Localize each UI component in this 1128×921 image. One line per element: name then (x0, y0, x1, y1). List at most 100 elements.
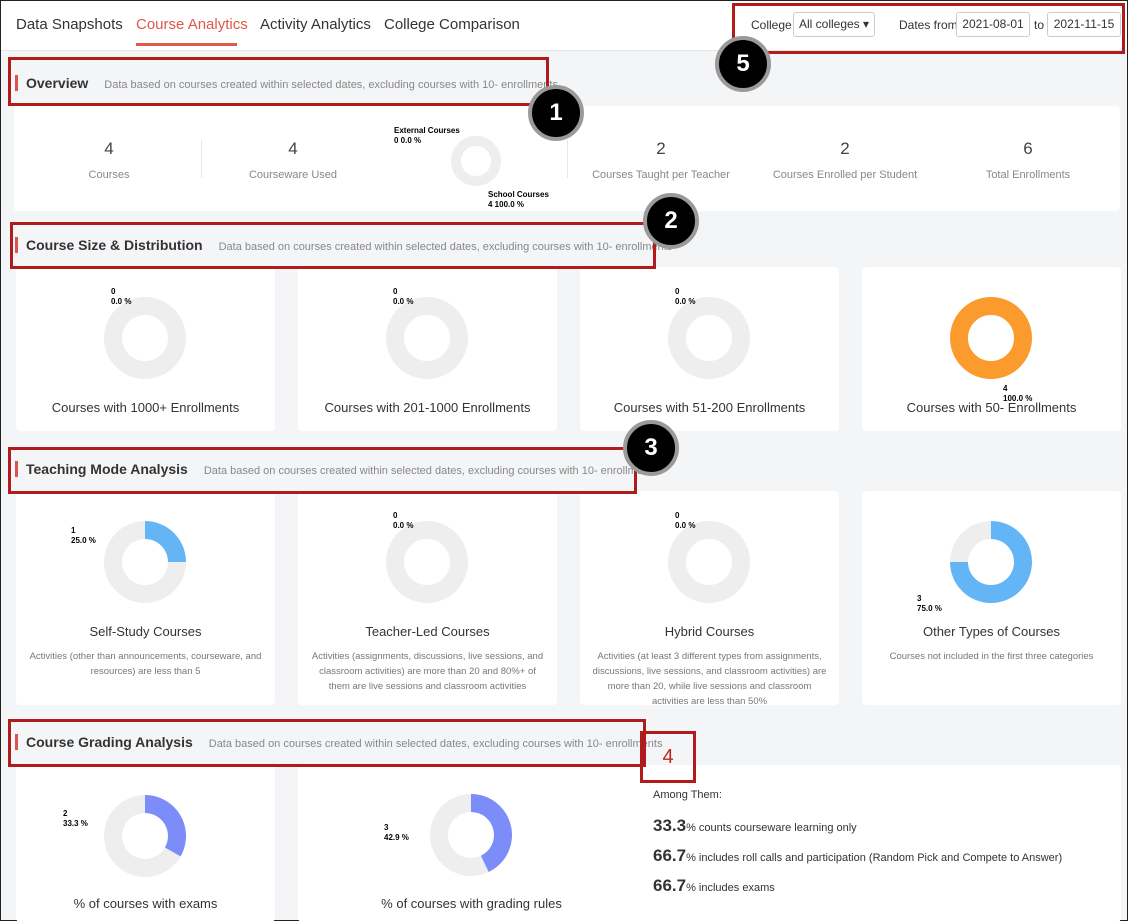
chart-description: Activities (assignments, discussions, li… (311, 651, 544, 692)
date-from-input[interactable]: 2021-08-01 (956, 12, 1030, 37)
donut-svg (950, 521, 1032, 603)
slice-remainder (386, 521, 468, 603)
tab-college-comparison[interactable]: College Comparison (384, 16, 520, 33)
teaching-card-self-study: 1 25.0 % Self-Study Courses Activities (o… (16, 491, 275, 705)
donut-chart (668, 297, 750, 379)
donut-svg (430, 794, 512, 876)
slice-count: 0 (393, 287, 398, 296)
stat-label: Courses Enrolled per Student (772, 169, 918, 181)
donut-svg (950, 297, 1032, 379)
teaching-subtitle: Data based on courses created within sel… (203, 465, 658, 477)
grading-stat-courseware-only: 33.3% counts courseware learning only (653, 816, 857, 836)
chart-title: % of courses with exams (73, 896, 218, 911)
donut-svg (668, 297, 750, 379)
slice-label: 2 33.3 % (63, 809, 88, 829)
stat-value: 66.7 (653, 876, 687, 895)
slice-count: 3 (384, 823, 389, 832)
label-value: 4 100.0 % (488, 200, 525, 209)
slice-count: 0 (393, 511, 398, 520)
donut-chart (950, 521, 1032, 603)
donut-svg (104, 297, 186, 379)
overview-heading: Overview Data based on courses created wi… (15, 75, 558, 93)
chart-title: Courses with 201-1000 Enrollments (324, 400, 531, 415)
donut-chart (430, 794, 512, 876)
chart-title: % of courses with grading rules (381, 896, 562, 911)
teaching-heading: Teaching Mode Analysis Data based on cour… (15, 461, 658, 479)
stat-text: % includes roll calls and participation … (686, 852, 1063, 864)
size-heading: Course Size & Distribution Data based on … (15, 237, 672, 255)
slice-pct: 0.0 % (675, 297, 696, 306)
grading-title: Course Grading Analysis (26, 734, 193, 750)
donut-chart (103, 795, 186, 877)
stat-text: % counts courseware learning only (686, 822, 857, 834)
college-label: College (751, 18, 792, 32)
label-name: School Courses (488, 190, 549, 199)
tab-data-snapshots[interactable]: Data Snapshots (16, 16, 123, 33)
teaching-title: Teaching Mode Analysis (26, 461, 188, 477)
slice-count: 4 (1003, 384, 1008, 393)
stat-text: % includes exams (686, 882, 775, 894)
label-value: 0 0.0 % (394, 136, 422, 145)
slice-remainder (668, 521, 750, 603)
grading-subtitle: Data based on courses created within sel… (208, 738, 663, 750)
callout-badge-5: 5 (715, 36, 771, 92)
donut-chart (668, 521, 750, 603)
date-to-input[interactable]: 2021-11-15 (1047, 12, 1121, 37)
stat-value: 4 (288, 139, 298, 158)
stat-label: Total Enrollments (985, 169, 1071, 181)
stat-total-enrollments: 6 Total Enrollments (938, 139, 1118, 181)
chart-title: Other Types of Courses (922, 624, 1061, 639)
callout-badge-2: 2 (643, 193, 699, 249)
tab-course-analytics[interactable]: Course Analytics (136, 16, 248, 33)
slice-count: 0 (111, 287, 116, 296)
slice-count: 0 (675, 511, 680, 520)
grading-stat-exams: 66.7% includes exams (653, 876, 775, 896)
stat-label: Courses (88, 169, 130, 181)
stat-courses-per-teacher: 2 Courses Taught per Teacher (571, 139, 751, 181)
slice-count: 2 (63, 809, 68, 818)
stat-value: 66.7 (653, 846, 687, 865)
stat-courses-per-student: 2 Courses Enrolled per Student (755, 139, 935, 181)
chart-description: Activities (at least 3 different types f… (592, 651, 827, 707)
size-title: Course Size & Distribution (26, 237, 203, 253)
donut-chart (386, 521, 468, 603)
top-bar: Data Snapshots Course Analytics Activity… (1, 1, 1127, 51)
teaching-card-other: 3 75.0 % Other Types of Courses Courses n… (862, 491, 1121, 705)
stat-value: 4 (104, 139, 114, 158)
college-select[interactable]: All colleges ▾ (793, 12, 875, 37)
stat-label: Courses Taught per Teacher (592, 169, 730, 181)
chart-title: Courses with 50- Enrollments (906, 400, 1077, 415)
chart-title: Self-Study Courses (89, 624, 202, 639)
slice-pct: 33.3 % (63, 819, 88, 828)
slice-primary (950, 297, 1032, 379)
slice-label: 3 42.9 % (384, 823, 409, 843)
chart-title: Hybrid Courses (664, 624, 755, 639)
overview-title: Overview (26, 75, 89, 91)
grading-card-exams: 2 33.3 % % of courses with exams (16, 765, 275, 921)
slice-remainder (451, 136, 501, 186)
slice-count: 0 (675, 287, 680, 296)
slice-pct: 0.0 % (393, 297, 414, 306)
slice-label: 3 75.0 % (917, 594, 942, 614)
stat-courses: 4 Courses (19, 139, 199, 181)
slice-label: 0 0.0 % (675, 287, 695, 307)
slice-pct: 25.0 % (71, 536, 96, 545)
slice-remainder (386, 297, 468, 379)
chart-title: Courses with 1000+ Enrollments (51, 400, 240, 415)
slice-primary (145, 521, 186, 562)
donut-svg (103, 521, 186, 603)
school-courses-label: School Courses 4 100.0 % (488, 190, 549, 210)
slice-label: 1 25.0 % (71, 526, 96, 546)
tab-activity-analytics[interactable]: Activity Analytics (260, 16, 371, 33)
donut-svg (103, 795, 186, 877)
slice-pct: 0.0 % (675, 521, 696, 530)
donut-chart (104, 297, 186, 379)
callout-badge-4: 4 (640, 731, 696, 783)
to-label: to (1034, 18, 1045, 32)
grading-heading: Course Grading Analysis Data based on cou… (15, 734, 662, 752)
stat-value: 2 (840, 139, 850, 158)
size-card-50-minus: 4 100.0 % Courses with 50- Enrollments (862, 267, 1121, 431)
callout-badge-3: 3 (623, 420, 679, 476)
active-tab-indicator (136, 43, 237, 46)
label-name: External Courses (394, 126, 460, 135)
